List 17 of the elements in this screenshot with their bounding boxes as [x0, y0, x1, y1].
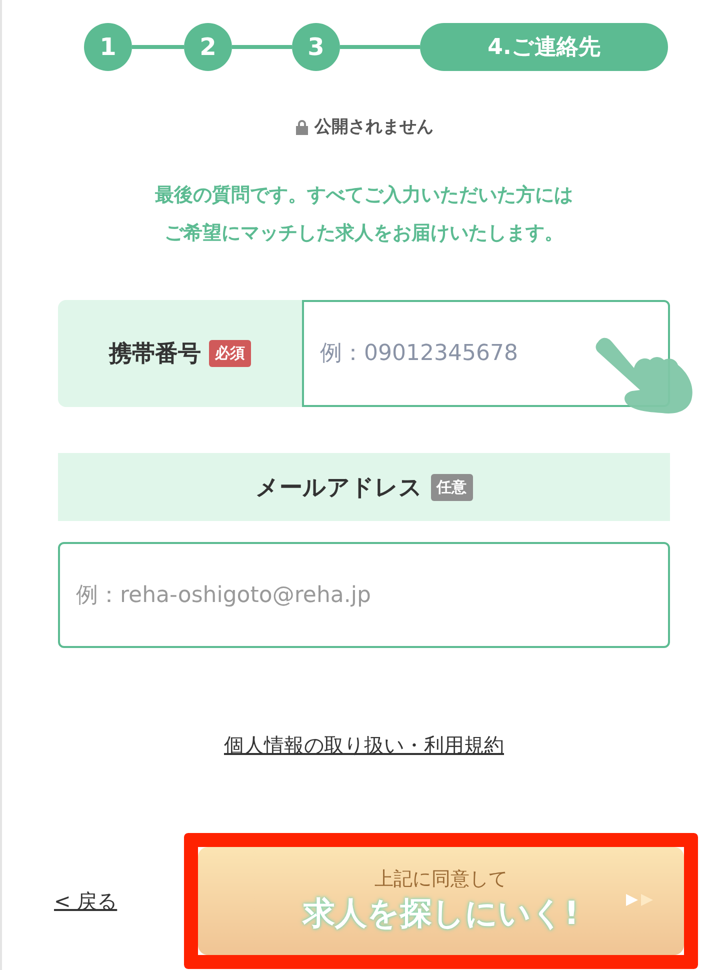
phone-label: 携帯番号	[109, 340, 201, 369]
intro-text: 最後の質問です。すべてご入力いただいた方には	[154, 183, 574, 208]
lock-icon	[294, 118, 308, 134]
terms-link[interactable]: 個人情報の取り扱い・利用規約	[2, 732, 726, 759]
step-marker: 4.ご連絡先	[420, 23, 668, 71]
back-link[interactable]: < 戻る	[54, 888, 182, 914]
email-input-field[interactable]: 例：reha-oshigoto@reha.jp	[58, 542, 670, 648]
optional-tag: 任意	[430, 474, 472, 500]
step-marker: 2	[184, 23, 232, 71]
required-tag: 必須	[209, 340, 251, 367]
step-marker: 1	[84, 23, 132, 71]
phone-input-field[interactable]: 例：09012345678	[302, 300, 670, 407]
play-arrows-icon	[624, 893, 654, 907]
privacy-note: 公開されません	[314, 116, 434, 138]
intro-text: ご希望にマッチした求人をお届けいたします。	[164, 221, 564, 246]
step-marker: 3	[292, 23, 340, 71]
email-label: メールアドレス	[256, 474, 422, 502]
